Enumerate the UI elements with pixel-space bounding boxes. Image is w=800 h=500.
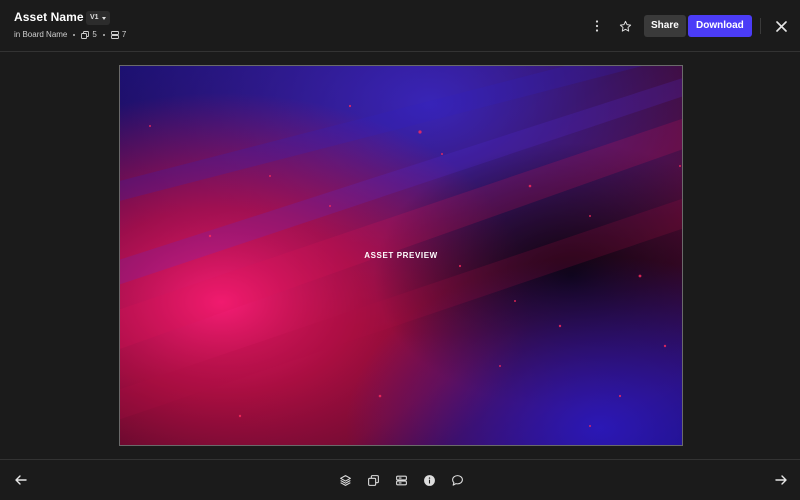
meta-separator xyxy=(73,33,76,36)
asset-meta: in Board Name 5 7 xyxy=(14,30,126,39)
info-button[interactable] xyxy=(418,469,440,491)
layers-button[interactable] xyxy=(334,469,356,491)
share-button[interactable]: Share xyxy=(644,15,686,37)
chevron-down-icon xyxy=(101,16,106,20)
copies-count: 5 xyxy=(81,30,97,39)
copy-icon xyxy=(81,30,90,39)
download-button[interactable]: Download xyxy=(688,15,752,37)
comments-button[interactable] xyxy=(446,469,468,491)
preview-label: ASSET PREVIEW xyxy=(364,251,438,260)
comment-icon xyxy=(451,474,463,486)
meta-separator xyxy=(102,33,105,36)
layers-icon xyxy=(339,474,351,486)
versions-button[interactable] xyxy=(362,469,384,491)
layers-count: 7 xyxy=(110,30,127,39)
previous-asset-button[interactable] xyxy=(10,469,32,491)
count-a-value: 5 xyxy=(92,30,97,39)
close-icon xyxy=(775,20,787,32)
board-name: Board Name xyxy=(22,30,68,39)
more-vertical-icon xyxy=(595,20,599,32)
stack-icon xyxy=(110,30,119,39)
star-icon xyxy=(619,20,631,32)
version-label: V1 xyxy=(90,14,99,21)
next-asset-button[interactable] xyxy=(770,469,792,491)
storage-button[interactable] xyxy=(390,469,412,491)
favorite-button[interactable] xyxy=(614,15,636,37)
version-dropdown[interactable]: V1 xyxy=(86,11,110,25)
asset-title: Asset Name xyxy=(14,10,84,24)
more-options-button[interactable] xyxy=(586,15,608,37)
board-link[interactable]: in Board Name xyxy=(14,30,67,39)
asset-preview: ASSET PREVIEW xyxy=(119,65,683,446)
info-icon xyxy=(423,474,435,486)
header-divider xyxy=(760,18,761,34)
arrow-right-icon xyxy=(775,475,787,485)
copy-icon xyxy=(367,474,379,486)
footer-toolbar xyxy=(0,459,800,500)
storage-icon xyxy=(395,475,407,485)
close-button[interactable] xyxy=(770,15,792,37)
count-b-value: 7 xyxy=(121,30,127,39)
arrow-left-icon xyxy=(15,475,27,485)
header: Asset Name V1 in Board Name 5 7 Share Do… xyxy=(0,0,800,52)
tool-group xyxy=(334,469,468,491)
board-prefix: in xyxy=(14,30,21,39)
